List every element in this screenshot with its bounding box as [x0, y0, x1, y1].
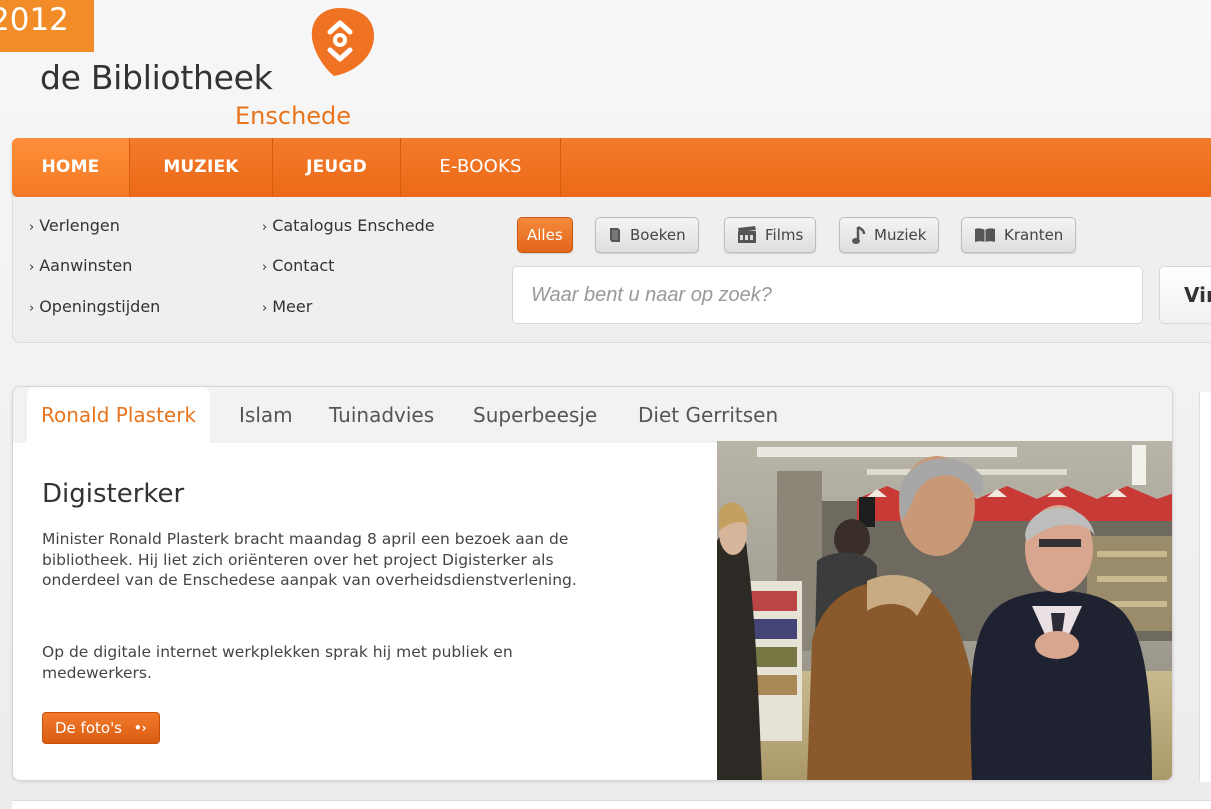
chevron-right-icon: › [29, 220, 35, 235]
tab-superbeesje[interactable]: Superbeesje [473, 387, 597, 443]
filter-label: Boeken [630, 226, 686, 244]
newspaper-icon [975, 228, 995, 242]
chevron-right-icon: › [262, 220, 268, 235]
photos-button[interactable]: De foto's •› [42, 712, 160, 744]
feature-photo[interactable] [717, 441, 1173, 781]
nav-item-jeugd[interactable]: JEUGD [273, 138, 401, 197]
logo-city: Enschede [235, 102, 352, 130]
filter-label: Kranten [1004, 226, 1064, 244]
filter-muziek-button[interactable]: Muziek [839, 217, 940, 253]
filter-alles-button[interactable]: Alles [517, 217, 573, 253]
search-input[interactable] [512, 266, 1143, 324]
feature-tabs: Ronald Plasterk Islam Tuinadvies Superbe… [13, 387, 1172, 443]
music-note-icon [852, 225, 866, 244]
tab-diet-gerritsen[interactable]: Diet Gerritsen [638, 387, 778, 443]
filter-label: Muziek [874, 226, 927, 244]
tab-ronald-plasterk[interactable]: Ronald Plasterk [27, 387, 211, 443]
main-navigation: HOME MUZIEK JEUGD E-BOOKS [12, 138, 1211, 197]
library-logo[interactable]: de Bibliotheek Enschede [40, 6, 380, 131]
quick-link-label: Meer [272, 297, 313, 316]
chevron-right-icon: › [262, 301, 268, 316]
nav-item-ebooks[interactable]: E-BOOKS [401, 138, 561, 197]
quick-link-aanwinsten[interactable]: › Aanwinsten [29, 256, 132, 275]
quick-link-label: Catalogus Enschede [272, 216, 435, 235]
search-button[interactable]: Vind [1159, 266, 1211, 324]
library-logo-mark-icon [311, 8, 374, 76]
photos-button-label: De foto's [55, 719, 123, 737]
filter-label: Alles [527, 226, 563, 244]
tab-tuinadvies[interactable]: Tuinadvies [329, 387, 434, 443]
quick-link-contact[interactable]: › Contact [262, 256, 334, 275]
feature-paragraph: Minister Ronald Plasterk bracht maandag … [42, 530, 577, 589]
feature-card: Ronald Plasterk Islam Tuinadvies Superbe… [12, 386, 1173, 781]
quick-link-label: Verlengen [39, 216, 120, 235]
quick-link-label: Openingstijden [39, 297, 161, 316]
chevron-right-icon: › [262, 260, 268, 275]
logo-title: de Bibliotheek [40, 58, 273, 97]
quick-link-verlengen[interactable]: › Verlengen [29, 216, 120, 235]
feature-paragraph: Op de digitale internet werkplekken spra… [42, 643, 513, 682]
chevron-right-icon: › [29, 260, 35, 275]
quick-link-label: Aanwinsten [39, 256, 133, 275]
filter-boeken-button[interactable]: Boeken [595, 217, 699, 253]
right-panel-edge [1199, 392, 1211, 782]
bottom-panel-edge [12, 800, 1211, 809]
feature-title: Digisterker [42, 479, 185, 509]
nav-item-muziek[interactable]: MUZIEK [130, 138, 273, 197]
quick-link-catalogus[interactable]: › Catalogus Enschede [262, 216, 435, 235]
quick-link-meer[interactable]: › Meer [262, 297, 312, 316]
nav-item-home[interactable]: HOME [12, 138, 130, 197]
filter-kranten-button[interactable]: Kranten [961, 217, 1077, 253]
search-button-label: Vind [1184, 283, 1211, 307]
chevron-right-icon: › [29, 301, 35, 316]
tab-islam[interactable]: Islam [239, 387, 293, 443]
filter-label: Films [765, 226, 804, 244]
quick-link-label: Contact [272, 256, 335, 275]
film-icon [738, 226, 756, 243]
sub-navigation-panel: › Verlengen › Aanwinsten › Openingstijden ›… [12, 197, 1211, 343]
filter-films-button[interactable]: Films [724, 217, 817, 253]
quick-link-openingstijden[interactable]: › Openingstijden [29, 297, 160, 316]
book-icon [610, 228, 620, 242]
double-chevron-right-icon: •› [134, 721, 147, 735]
